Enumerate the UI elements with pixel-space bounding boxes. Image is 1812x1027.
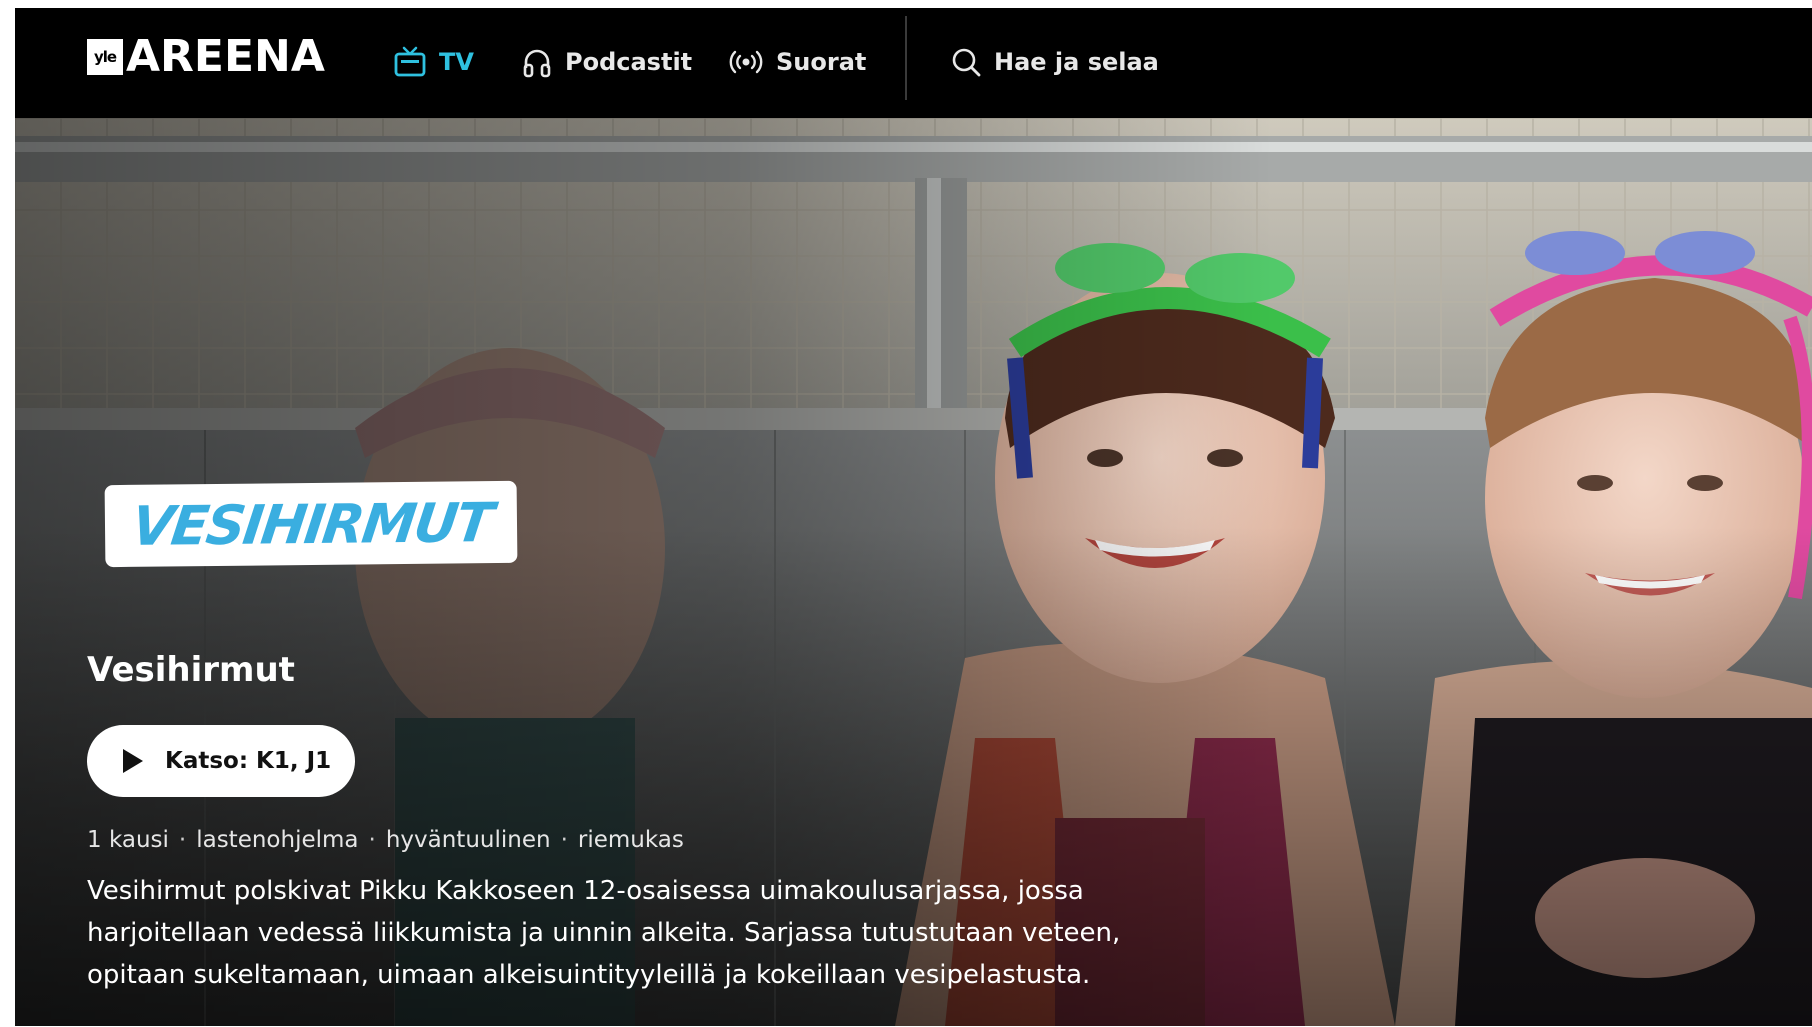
- search-icon: [952, 48, 981, 77]
- nav-item-label: TV: [439, 48, 474, 76]
- meta-mood: hyväntuulinen: [385, 827, 551, 853]
- play-icon: [123, 749, 143, 773]
- areena-logo[interactable]: yle AREENA: [87, 35, 325, 79]
- meta-mood: riemukas: [577, 827, 684, 853]
- search-button[interactable]: Hae ja selaa: [950, 44, 1159, 80]
- meta-separator: ·: [560, 827, 568, 853]
- logo-wordmark: AREENA: [126, 31, 325, 82]
- top-navigation: yle AREENA TV Podcastit Suorat Hae ja se…: [15, 8, 1812, 118]
- watch-button[interactable]: Katso: K1, J1: [87, 725, 355, 797]
- show-logo: VESIHIRMUT: [104, 480, 518, 568]
- tv-icon: [394, 46, 426, 77]
- show-description: Vesihirmut polskivat Pikku Kakkoseen 12-…: [87, 876, 1121, 990]
- meta-seasons: 1 kausi: [87, 827, 169, 853]
- show-logo-text: VESIHIRMUT: [127, 490, 495, 558]
- show-meta: 1 kausi · lastenohjelma · hyväntuulinen …: [87, 827, 684, 853]
- nav-item-label: Suorat: [776, 48, 867, 76]
- hero-banner: VESIHIRMUT Vesihirmut Katso: K1, J1 1 ka…: [15, 118, 1812, 1026]
- broadcast-icon: [729, 50, 763, 74]
- watch-button-label: Katso: K1, J1: [165, 748, 332, 774]
- meta-separator: ·: [368, 827, 376, 853]
- search-label: Hae ja selaa: [994, 48, 1159, 76]
- yle-logo-badge: yle: [87, 39, 123, 75]
- nav-item-tv[interactable]: TV: [393, 44, 474, 80]
- app-frame: yle AREENA TV Podcastit Suorat Hae ja se…: [15, 8, 1812, 1026]
- nav-item-label: Podcastit: [565, 48, 693, 76]
- nav-item-suorat[interactable]: Suorat: [728, 44, 866, 80]
- show-title: Vesihirmut: [87, 650, 295, 690]
- nav-divider: [905, 16, 907, 100]
- nav-item-podcastit[interactable]: Podcastit: [521, 44, 692, 80]
- meta-separator: ·: [178, 827, 187, 853]
- meta-genre: lastenohjelma: [196, 827, 359, 853]
- headphones-icon: [523, 49, 551, 78]
